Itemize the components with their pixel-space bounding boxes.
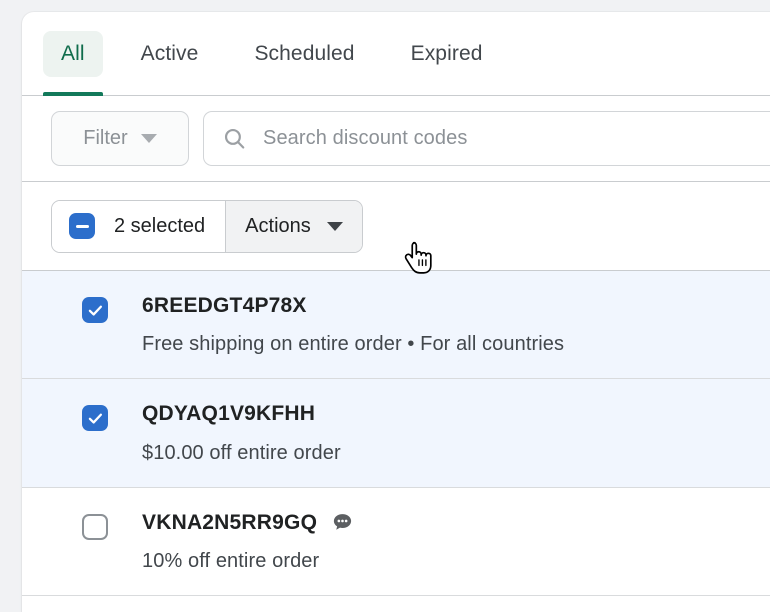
- list-item[interactable]: VKNA2N5RR9GQ 10% off entire order: [22, 487, 770, 596]
- selected-count-label: 2 selected: [114, 214, 206, 237]
- tab-expired[interactable]: Expired: [393, 31, 501, 77]
- tab-scheduled[interactable]: Scheduled: [236, 31, 372, 77]
- bulk-actions-bar: 2 selected Actions: [22, 182, 770, 271]
- row-description: Free shipping on entire order • For all …: [142, 333, 565, 356]
- actions-button-label: Actions: [245, 214, 311, 237]
- search-input[interactable]: Search discount codes: [203, 111, 770, 166]
- row-description: $10.00 off entire order: [142, 441, 341, 464]
- discount-code: QDYAQ1V9KFHH: [142, 402, 316, 426]
- row-title: 6REEDGT4P78X: [142, 293, 770, 319]
- row-checkbox-checked[interactable]: [82, 297, 108, 323]
- tab-expired-label: Expired: [410, 41, 483, 65]
- row-title: VKNA2N5RR9GQ: [142, 510, 770, 536]
- tab-all[interactable]: All: [43, 30, 103, 96]
- comment-bubble-icon: [333, 514, 352, 530]
- chevron-down-icon: [326, 221, 343, 231]
- select-all-control[interactable]: 2 selected: [52, 200, 226, 252]
- chevron-down-icon: [140, 134, 157, 143]
- row-content: VKNA2N5RR9GQ 10% off entire order: [77, 510, 770, 573]
- tab-scheduled-label: Scheduled: [254, 41, 355, 65]
- check-icon: [88, 305, 102, 316]
- row-description: 10% off entire order: [142, 549, 320, 572]
- bulk-actions-group: 2 selected Actions: [51, 199, 363, 253]
- row-content: 6REEDGT4P78X Free shipping on entire ord…: [77, 293, 770, 356]
- row-checkbox-unchecked[interactable]: [82, 513, 108, 540]
- row-title: QDYAQ1V9KFHH: [142, 401, 770, 427]
- list-item[interactable]: 6REEDGT4P78X Free shipping on entire ord…: [22, 271, 770, 380]
- discount-code: 6REEDGT4P78X: [142, 294, 307, 317]
- row-checkbox-checked[interactable]: [82, 405, 108, 432]
- filter-button[interactable]: Filter: [51, 111, 189, 166]
- actions-button[interactable]: Actions: [225, 200, 362, 252]
- check-icon: [88, 413, 102, 424]
- select-all-checkbox-indeterminate[interactable]: [69, 213, 95, 239]
- tab-bar: All Active Scheduled Expired: [22, 12, 770, 96]
- row-content: QDYAQ1V9KFHH $10.00 off entire order: [77, 401, 770, 464]
- tab-active-label: Active: [140, 41, 199, 65]
- tab-active[interactable]: Active: [123, 31, 217, 77]
- search-placeholder: Search discount codes: [263, 127, 468, 149]
- filter-button-label: Filter: [83, 127, 128, 149]
- filter-search-row: Filter Search discount codes: [22, 96, 770, 182]
- list-item[interactable]: QDYAQ1V9KFHH $10.00 off entire order: [22, 379, 770, 488]
- tab-all-label: All: [61, 41, 85, 65]
- search-icon: [224, 128, 245, 149]
- discount-code: VKNA2N5RR9GQ: [142, 510, 318, 534]
- discounts-card: All Active Scheduled Expired Filter Sear…: [22, 12, 770, 612]
